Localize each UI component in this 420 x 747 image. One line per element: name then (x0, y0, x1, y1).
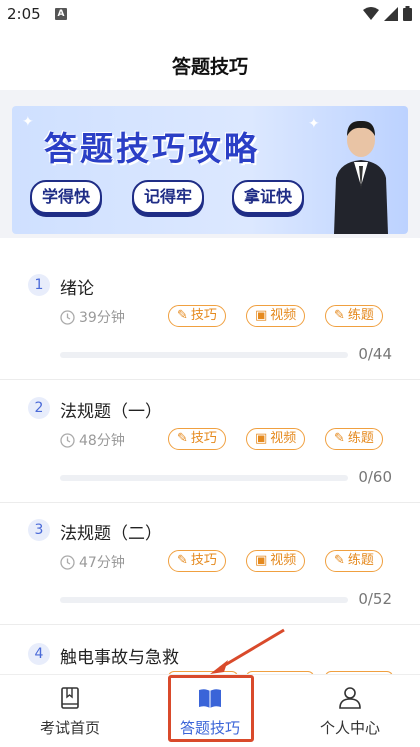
clock-icon (60, 554, 75, 570)
person-icon (339, 687, 361, 709)
pencil-icon: ✎ (334, 431, 345, 446)
video-tag-label: 视频 (270, 308, 297, 323)
pencil-icon: ✎ (177, 431, 188, 446)
lesson-number: 3 (28, 519, 50, 541)
lesson-title: 法规题（一） (60, 402, 162, 422)
bookmark-icon: ▣ (255, 308, 268, 323)
video-tag-label: 视频 (270, 553, 297, 568)
nav-label: 个人中心 (319, 719, 380, 737)
battery-icon (403, 6, 412, 21)
lesson-duration: 48分钟 (60, 430, 125, 450)
pencil-icon: ✎ (177, 553, 188, 568)
promo-banner[interactable]: ✦ ✦ 答题技巧攻略 学得快 记得牢 拿证快 (12, 106, 408, 234)
lesson-number: 1 (28, 274, 50, 296)
skill-tag-button[interactable]: ✎ 技巧 (168, 550, 226, 572)
progress-text: 0/52 (358, 590, 392, 608)
sparkle-icon: ✦ (22, 114, 34, 130)
skill-tag-label: 技巧 (190, 553, 217, 568)
progress-text: 0/44 (358, 345, 392, 363)
duration-text: 48分钟 (79, 433, 125, 449)
video-tag-label: 视频 (270, 431, 297, 446)
skill-tag-button[interactable]: ✎ 技巧 (168, 428, 226, 450)
nav-label: 考试首页 (39, 719, 100, 737)
nav-item-home[interactable]: 考试首页 (0, 675, 140, 747)
practice-tag-label: 练题 (347, 553, 374, 568)
progress-bar (60, 597, 348, 603)
banner-title: 答题技巧攻略 (44, 129, 260, 168)
lesson-item[interactable]: 3 法规题（二） 47分钟 ✎ 技巧 ▣ 视频 ✎ 练题 0/52 (0, 503, 420, 625)
banner-pill: 记得牢 (132, 180, 205, 214)
annotation-highlight-box (168, 675, 254, 742)
sparkle-icon: ✦ (308, 116, 320, 132)
skill-tag-label: 技巧 (190, 308, 217, 323)
pencil-icon: ✎ (334, 308, 345, 323)
skill-tag-button[interactable]: ✎ 技巧 (168, 305, 226, 327)
progress-bar (60, 475, 348, 481)
page-title: 答题技巧 (171, 56, 248, 78)
pencil-icon: ✎ (177, 308, 188, 323)
lesson-title: 绪论 (60, 279, 94, 299)
bookmark-icon: ▣ (255, 553, 268, 568)
duration-text: 39分钟 (79, 310, 125, 326)
annotation-arrow-icon (210, 628, 285, 674)
lesson-title: 法规题（二） (60, 524, 162, 544)
lesson-number: 2 (28, 397, 50, 419)
skill-tag-label: 技巧 (190, 431, 217, 446)
practice-tag-button[interactable]: ✎ 练题 (325, 550, 383, 572)
book-icon (61, 687, 79, 709)
banner-pill: 学得快 (30, 180, 103, 214)
bookmark-icon: ▣ (255, 431, 268, 446)
status-time: 2:05 (7, 5, 41, 23)
lesson-number: 4 (28, 643, 50, 665)
lesson-item[interactable]: 2 法规题（一） 48分钟 ✎ 技巧 ▣ 视频 ✎ 练题 0/60 (0, 381, 420, 503)
nav-item-profile[interactable]: 个人中心 (280, 675, 420, 747)
practice-tag-label: 练题 (347, 308, 374, 323)
banner-section: ✦ ✦ 答题技巧攻略 学得快 记得牢 拿证快 (0, 90, 420, 238)
progress-bar (60, 352, 348, 358)
lesson-duration: 39分钟 (60, 307, 125, 327)
clock-icon (60, 432, 75, 448)
notification-badge-icon: A (55, 8, 67, 20)
video-tag-button[interactable]: ▣ 视频 (246, 550, 306, 572)
lesson-duration: 47分钟 (60, 552, 125, 572)
lesson-title: 触电事故与急救 (60, 648, 179, 668)
signal-icon (384, 6, 398, 21)
video-tag-button[interactable]: ▣ 视频 (246, 428, 306, 450)
video-tag-button[interactable]: ▣ 视频 (246, 305, 306, 327)
banner-pill: 拿证快 (232, 180, 305, 214)
progress-text: 0/60 (358, 468, 392, 486)
practice-tag-button[interactable]: ✎ 练题 (325, 428, 383, 450)
lesson-item[interactable]: 1 绪论 39分钟 ✎ 技巧 ▣ 视频 ✎ 练题 0/44 (0, 258, 420, 380)
instructor-portrait (334, 120, 388, 234)
status-bar: 2:05 A (0, 0, 420, 28)
app-screen: 2:05 A 答题技巧 ✦ ✦ 答题技巧攻略 学得快 记得牢 拿证快 1 绪论 … (0, 0, 420, 747)
pencil-icon: ✎ (334, 553, 345, 568)
status-icons (363, 6, 412, 21)
practice-tag-button[interactable]: ✎ 练题 (325, 305, 383, 327)
clock-icon (60, 309, 75, 325)
practice-tag-label: 练题 (347, 431, 374, 446)
wifi-icon (363, 6, 379, 20)
duration-text: 47分钟 (79, 555, 125, 571)
